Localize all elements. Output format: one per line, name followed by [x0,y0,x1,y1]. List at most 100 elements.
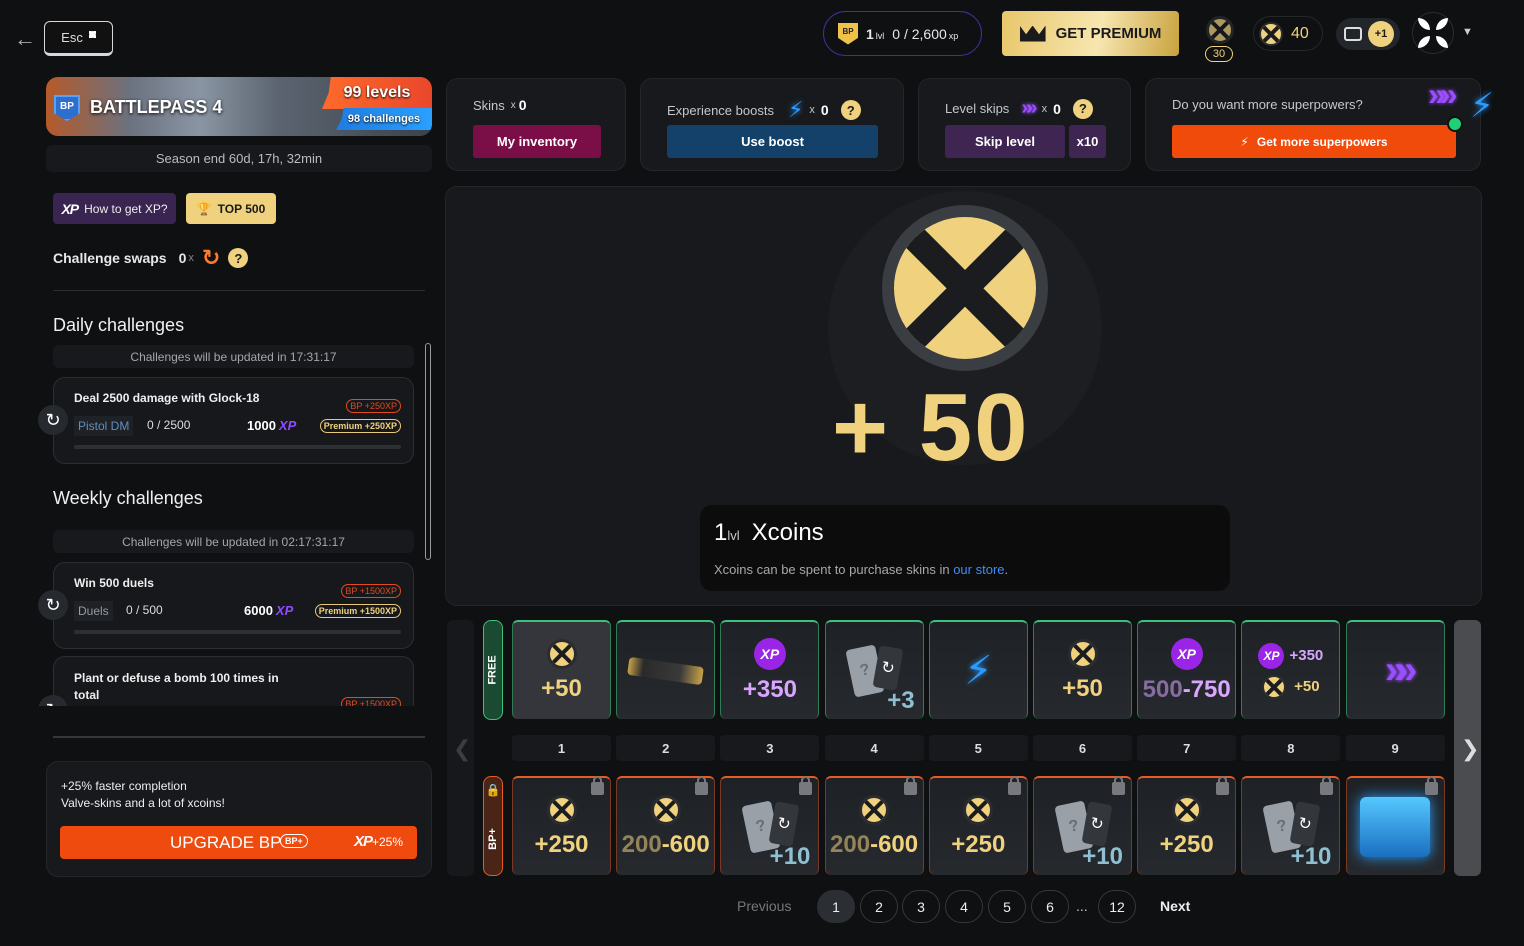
season-end: Season end 60d, 17h, 32min [46,145,432,172]
reward-value: +10 [1290,843,1332,870]
swap-icon: ↻ [201,245,221,270]
pagination-ellipsis: ... [1076,898,1088,914]
premium-bonus-chip: Premium +1500XP [314,604,401,618]
level-number: 4 [824,735,924,761]
challenge-progress-bar [74,630,401,634]
status-dot [1447,116,1463,132]
skip-level-button[interactable]: Skip level [945,125,1065,158]
level-number: 7 [1137,735,1237,761]
bp-reward-tile[interactable]: ? ↻ +10 [1241,776,1341,875]
help-icon[interactable]: ? [840,100,861,120]
upgrade-line-2: Valve-skins and a lot of xcoins! [61,796,225,810]
caret-down-icon[interactable]: ▼ [1462,26,1473,38]
get-superpowers-button[interactable]: ⚡ Get more superpowers [1172,125,1456,158]
skips-label: Level skips»» x 0? [945,97,1093,120]
bp-reward-tile[interactable]: 200-600 [616,776,716,875]
trophy-icon: 🏆 [196,201,212,216]
lock-icon: 🔒 [485,783,501,797]
bp-reward-tile[interactable]: ? ↻ +10 [720,776,820,875]
skip-chevron-icon: »» [1428,76,1457,112]
bp-reward-tile[interactable]: +250 [928,776,1028,875]
my-inventory-button[interactable]: My inventory [473,125,601,158]
level-number: 9 [1345,735,1445,761]
back-arrow-icon[interactable]: ← [14,26,36,52]
skip-10-button[interactable]: x10 [1069,125,1106,158]
upgrade-bp-button[interactable]: UPGRADE BP BP+ XP+25% [60,826,417,859]
bp-reward-tile[interactable]: +250 [1137,776,1237,875]
free-reward-tile[interactable]: »» [1345,620,1445,719]
challenges-scrollbar[interactable] [425,343,431,560]
bp-badge-icon: BP [838,22,858,45]
premium-bonus-chip: Premium +250XP [319,419,401,433]
store-link[interactable]: our store [953,562,1004,577]
challenge-card[interactable]: ↻ Deal 2500 damage with Glock-18 Pistol … [38,377,414,464]
challenge-card[interactable]: ↻ Win 500 duels Duels 0 / 500 6000 XP BP … [38,562,414,649]
lock-icon [1320,776,1334,795]
swap-challenge-icon[interactable]: ↻ [38,695,68,706]
bp-reward-tile[interactable]: ? ↻ +10 [1033,776,1132,875]
xp-icon: XP [753,637,786,670]
free-reward-tile[interactable] [616,620,716,719]
free-reward-tile[interactable]: +50 [1033,620,1132,719]
free-reward-tile[interactable]: ? ↻ +3 [824,620,924,719]
coins-balance[interactable]: 40 [1253,16,1323,51]
boosts-card: Experience boosts ⚡ x 0? Use boost [640,78,904,171]
track-prev-button[interactable]: ❮ [447,620,474,876]
avatar[interactable] [1412,12,1454,54]
challenge-card[interactable]: ↻ Plant or defuse a bomb 100 times in to… [38,656,414,706]
challenge-progress: 0 / 2500 [147,418,191,432]
challenge-progress-bar [74,445,401,449]
challenge-title: Win 500 duels [74,576,154,590]
page-button[interactable]: 5 [988,890,1026,923]
xp-reward: XP +350 [1258,642,1323,669]
case-counter[interactable]: 30 [1204,14,1236,62]
esc-button[interactable]: Esc [44,21,113,56]
use-boost-button[interactable]: Use boost [667,125,878,158]
bp-reward-tile[interactable] [1345,776,1445,875]
next-button[interactable]: Next [1160,898,1190,914]
battlepass-level-pill[interactable]: BP 1 lvl 0 / 2,600 xp [823,11,982,56]
inbox-badge: +1 [1368,21,1394,47]
page-button[interactable]: 12 [1098,890,1136,923]
top500-button[interactable]: 🏆 TOP 500 [186,193,276,224]
challenge-progress: 0 / 500 [126,603,163,617]
skins-label: Skins x 0 [473,97,527,113]
challenge-tag: Duels [74,601,113,621]
free-reward-tile[interactable]: XP +350 [720,620,820,719]
bp-shield-icon: BP [54,95,80,121]
page-button[interactable]: 2 [860,890,898,923]
daily-update-timer: Challenges will be updated in 17:31:17 [53,345,414,368]
reward-value: +250 [1159,830,1214,858]
bp-reward-tile[interactable]: 200-600 [824,776,924,875]
how-to-get-xp-button[interactable]: XP How to get XP? [53,193,176,224]
previous-button[interactable]: Previous [737,898,791,914]
help-icon[interactable]: ? [228,248,249,268]
reward-info: 1lvl Xcoins Xcoins can be spent to purcha… [700,505,1230,591]
get-premium-button[interactable]: GET PREMIUM [1002,11,1179,56]
page-button[interactable]: 1 [817,890,855,923]
divider [53,736,425,738]
help-icon[interactable]: ? [1072,98,1093,119]
track-next-button[interactable]: ❯ [1454,620,1481,876]
level-skip-icon: »» [1384,648,1417,692]
reward-title: 1lvl Xcoins [714,519,824,546]
reward-desc: Xcoins can be spent to purchase skins in… [714,562,1009,577]
free-reward-tile[interactable]: XP 500-750 [1137,620,1237,719]
free-reward-tile[interactable]: XP +350 +50 [1241,620,1341,719]
inbox-button[interactable]: +1 [1336,18,1400,50]
page-button[interactable]: 4 [945,890,983,923]
swap-challenge-icon[interactable]: ↻ [38,405,68,435]
levels-ribbon: 99 levels [322,77,432,109]
banner-title: BATTLEPASS 4 [90,97,223,117]
reward-value: +10 [1082,843,1123,870]
superpowers-label: Do you want more superpowers? [1172,97,1363,112]
swap-challenge-icon[interactable]: ↻ [38,590,68,620]
free-reward-tile[interactable]: ⚡ [928,620,1028,719]
upgrade-label: UPGRADE BP [170,833,282,852]
boost-icon: ⚡ [964,648,993,693]
bp-reward-tile[interactable]: +250 [512,776,611,875]
page-button[interactable]: 3 [902,890,940,923]
reward-value: +250 [951,830,1006,858]
page-button[interactable]: 6 [1031,890,1069,923]
free-reward-tile[interactable]: +50 [512,620,611,719]
